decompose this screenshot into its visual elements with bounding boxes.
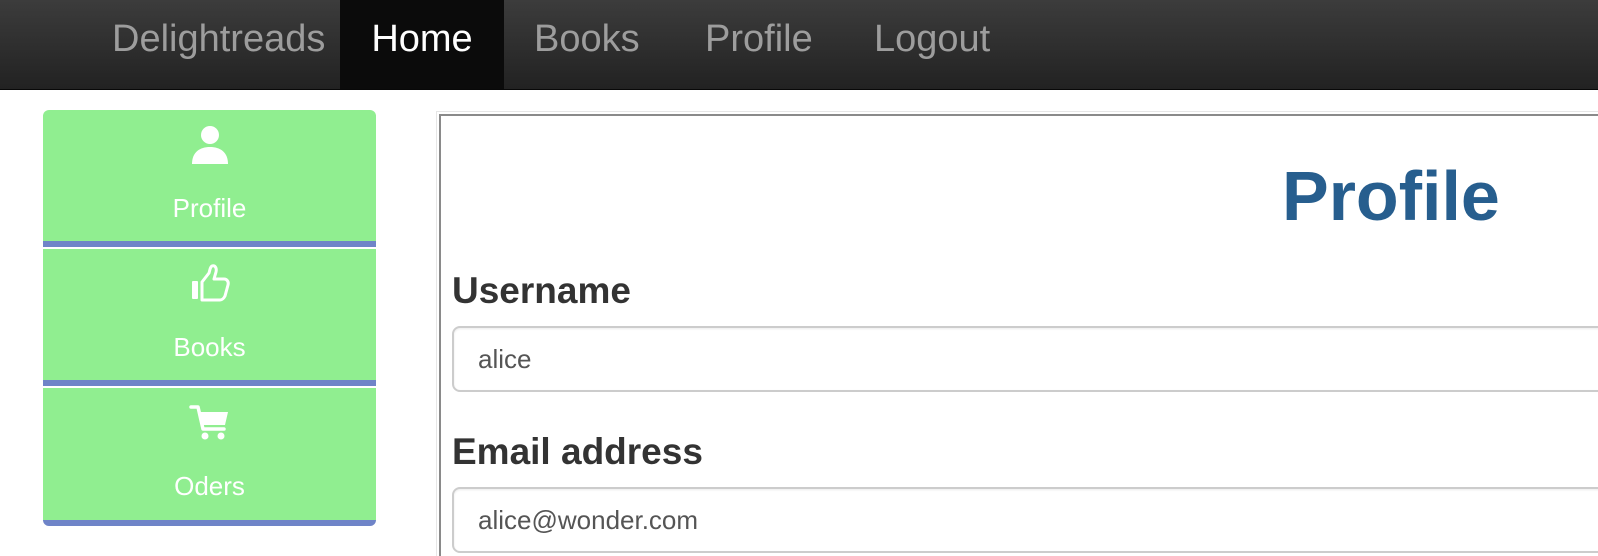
page-title: Profile	[1282, 157, 1500, 235]
nav-link-home[interactable]: Home	[340, 0, 504, 89]
thumbs-up-icon	[192, 264, 230, 302]
email-label: Email address	[452, 431, 703, 472]
sidebar-item-books[interactable]: Books	[43, 249, 376, 386]
sidebar-item-label: Profile	[172, 193, 247, 223]
user-icon	[192, 126, 228, 164]
nav-link-logout[interactable]: Logout	[874, 0, 1004, 89]
username-field[interactable]	[452, 326, 1598, 392]
brand-link[interactable]: Delightreads	[112, 0, 325, 89]
sidebar-item-label: Books	[173, 332, 246, 362]
nav-link-books[interactable]: Books	[534, 0, 654, 89]
top-navbar: Delightreads Home Books Profile Logout	[0, 0, 1598, 90]
sidebar-item-label: Oders	[174, 471, 245, 501]
shopping-cart-icon	[189, 405, 228, 440]
username-label: Username	[452, 270, 631, 311]
nav-link-profile[interactable]: Profile	[705, 0, 825, 89]
email-field[interactable]	[452, 487, 1598, 553]
sidebar-item-profile[interactable]: Profile	[43, 110, 376, 247]
sidebar-item-orders[interactable]: Oders	[43, 388, 376, 526]
